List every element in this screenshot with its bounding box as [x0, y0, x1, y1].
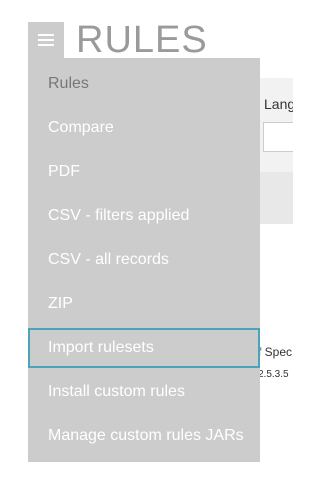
language-input[interactable]: [263, 122, 293, 152]
menu-item-csv-all[interactable]: CSV - all records: [28, 240, 260, 280]
page: Lang f Spec 2.5.3.5 RULES Rules Compare …: [0, 0, 293, 481]
menu-toggle-button[interactable]: [28, 22, 64, 58]
page-title: RULES: [76, 19, 208, 61]
menu-item-zip[interactable]: ZIP: [28, 284, 260, 324]
menu-item-pdf[interactable]: PDF: [28, 152, 260, 192]
menu-item-manage-custom-rules-jars[interactable]: Manage custom rules JARs: [28, 416, 260, 456]
filter-panel-footer: [258, 172, 293, 224]
main-menu-dropdown: Rules Compare PDF CSV - filters applied …: [28, 58, 260, 462]
hamburger-menu-icon: [38, 34, 54, 46]
menu-item-compare[interactable]: Compare: [28, 108, 260, 148]
menu-item-rules[interactable]: Rules: [28, 64, 260, 104]
language-label: Lang: [264, 96, 293, 112]
menu-item-csv-filtered[interactable]: CSV - filters applied: [28, 196, 260, 236]
menu-item-import-rulesets[interactable]: Import rulesets: [28, 328, 260, 368]
menu-item-install-custom-rules[interactable]: Install custom rules: [28, 372, 260, 412]
version-text: 2.5.3.5: [258, 369, 289, 380]
spec-text: f Spec: [258, 345, 293, 359]
